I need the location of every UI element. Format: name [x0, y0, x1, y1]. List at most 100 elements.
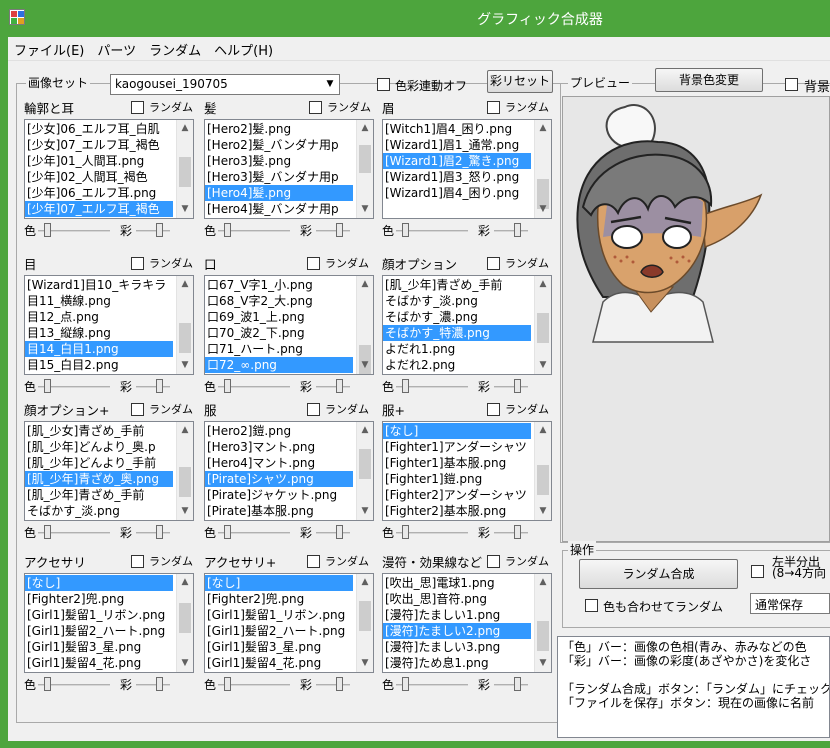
list-item[interactable]: [Hero2]髪_バンダナ用p: [205, 137, 353, 153]
saturation-slider-thumb[interactable]: [336, 525, 343, 539]
hue-slider-thumb[interactable]: [224, 223, 231, 237]
list-item[interactable]: [Girl1]髪留4_花.png: [205, 655, 353, 671]
scroll-down-icon[interactable]: ▼: [357, 357, 373, 374]
part-random-checkbox[interactable]: [307, 403, 320, 416]
part-listbox[interactable]: [Hero2]鎧.png [Hero3]マント.png [Hero4]マント.png…: [204, 421, 374, 521]
scrollbar[interactable]: ▲ ▼: [534, 422, 551, 520]
saturation-slider-thumb[interactable]: [514, 223, 521, 237]
saturation-slider-thumb[interactable]: [156, 525, 163, 539]
list-item[interactable]: [少年]02_人間耳_褐色: [25, 169, 173, 185]
list-item[interactable]: [肌_少年]青ざめ_手前: [25, 487, 173, 503]
scrollbar[interactable]: ▲ ▼: [356, 120, 373, 218]
list-item[interactable]: [Girl1]髪留1_リボン.png: [25, 607, 173, 623]
left-half-checkbox[interactable]: [751, 565, 764, 578]
list-item[interactable]: 目11_横線.png: [25, 293, 173, 309]
list-item[interactable]: [Hero2]鎧.png: [205, 423, 353, 439]
part-listbox[interactable]: [肌_少女]青ざめ_手前 [肌_少年]どんより_奥.p [肌_少年]どんより_手前[…: [24, 421, 194, 521]
hue-slider-thumb[interactable]: [44, 379, 51, 393]
list-item[interactable]: そばかす_濃.png: [383, 309, 531, 325]
part-listbox[interactable]: [少女]06_エルフ耳_白肌 [少女]07_エルフ耳_褐色 [少年]01_人間耳.p…: [24, 119, 194, 219]
image-set-select[interactable]: kaogousei_190705 ▼: [110, 74, 340, 95]
scroll-thumb[interactable]: [359, 145, 371, 173]
scroll-up-icon[interactable]: ▲: [535, 120, 551, 137]
list-item[interactable]: [Hero2]髪.png: [205, 121, 353, 137]
list-item[interactable]: [Witch1]眉4_困り.png: [383, 121, 531, 137]
list-item[interactable]: 口70_波2_下.png: [205, 325, 353, 341]
scrollbar[interactable]: ▲ ▼: [534, 574, 551, 672]
background-color-button[interactable]: 背景色変更: [655, 68, 763, 92]
saturation-slider-thumb[interactable]: [514, 677, 521, 691]
list-item[interactable]: [Wizard1]眉1_通常.png: [383, 137, 531, 153]
color-random-checkbox[interactable]: [585, 599, 598, 612]
list-item[interactable]: [吹出_思]音符.png: [383, 591, 531, 607]
list-item[interactable]: [少女]07_エルフ耳_褐色: [25, 137, 173, 153]
list-item[interactable]: [少年]06_エルフ耳.png: [25, 185, 173, 201]
list-item[interactable]: [Fighter2]兜.png: [25, 591, 173, 607]
list-item[interactable]: [Hero3]髪.png: [205, 153, 353, 169]
list-item[interactable]: [Girl1]髪留1_リボン.png: [205, 607, 353, 623]
part-random-checkbox[interactable]: [487, 257, 500, 270]
scrollbar[interactable]: ▲ ▼: [534, 120, 551, 218]
scroll-down-icon[interactable]: ▼: [357, 201, 373, 218]
hue-slider-thumb[interactable]: [224, 525, 231, 539]
list-item[interactable]: [少女]06_エルフ耳_白肌: [25, 121, 173, 137]
hue-slider-thumb[interactable]: [224, 677, 231, 691]
saturation-slider-track[interactable]: [316, 386, 350, 388]
list-item[interactable]: [吹出_思]電球1.png: [383, 575, 531, 591]
saturation-slider-track[interactable]: [494, 230, 528, 232]
list-item[interactable]: [Pirate]基本服.png: [205, 503, 353, 519]
part-listbox[interactable]: [Wizard1]目10_キラキラ 目11_横線.png 目12_点.png 目13_…: [24, 275, 194, 375]
part-listbox[interactable]: [Witch1]眉4_困り.png [Wizard1]眉1_通常.png [Wiza…: [382, 119, 552, 219]
scroll-down-icon[interactable]: ▼: [177, 503, 193, 520]
list-item[interactable]: 目12_点.png: [25, 309, 173, 325]
list-item[interactable]: [Fighter1]鎧.png: [383, 471, 531, 487]
list-item[interactable]: [Pirate]シャツ.png: [205, 471, 353, 487]
list-item[interactable]: [肌_少年]どんより_奥.p: [25, 439, 173, 455]
scroll-down-icon[interactable]: ▼: [535, 357, 551, 374]
scroll-up-icon[interactable]: ▲: [357, 276, 373, 293]
list-item[interactable]: [肌_少年]青ざめ_奥.png: [25, 471, 173, 487]
list-item[interactable]: [Hero4]髪.png: [205, 185, 353, 201]
list-item[interactable]: [Wizard1]眉2_驚き.png: [383, 153, 531, 169]
hue-slider-thumb[interactable]: [44, 525, 51, 539]
scrollbar[interactable]: ▲ ▼: [534, 276, 551, 374]
list-item[interactable]: 目14_白目1.png: [25, 341, 173, 357]
part-random-checkbox[interactable]: [309, 101, 322, 114]
list-item[interactable]: [Hero3]髪_バンダナ用p: [205, 169, 353, 185]
part-listbox[interactable]: [肌_少年]青ざめ_手前 そばかす_淡.png そばかす_濃.png そばかす_特濃.…: [382, 275, 552, 375]
hue-slider-thumb[interactable]: [402, 525, 409, 539]
hue-slider-thumb[interactable]: [402, 379, 409, 393]
scroll-down-icon[interactable]: ▼: [177, 655, 193, 672]
scrollbar[interactable]: ▲ ▼: [356, 276, 373, 374]
saturation-slider-track[interactable]: [136, 230, 170, 232]
hue-slider-thumb[interactable]: [402, 223, 409, 237]
list-item[interactable]: [漫符]たましい2.png: [383, 623, 531, 639]
list-item[interactable]: [なし]: [205, 575, 353, 591]
saturation-slider-track[interactable]: [494, 684, 528, 686]
scroll-thumb[interactable]: [537, 621, 549, 651]
part-random-checkbox[interactable]: [307, 257, 320, 270]
scroll-down-icon[interactable]: ▼: [177, 201, 193, 218]
random-compose-button[interactable]: ランダム合成: [579, 559, 738, 589]
save-mode-select[interactable]: 通常保存: [750, 593, 830, 614]
part-listbox[interactable]: [吹出_思]電球1.png [吹出_思]音符.png [漫符]たましい1.png [漫…: [382, 573, 552, 673]
saturation-slider-thumb[interactable]: [336, 223, 343, 237]
menu-parts[interactable]: パーツ: [91, 37, 143, 59]
part-random-checkbox[interactable]: [487, 555, 500, 568]
saturation-slider-thumb[interactable]: [156, 223, 163, 237]
saturation-slider-track[interactable]: [494, 386, 528, 388]
scrollbar[interactable]: ▲ ▼: [176, 574, 193, 672]
part-listbox[interactable]: [なし] [Fighter2]兜.png [Girl1]髪留1_リボン.png [Gi…: [204, 573, 374, 673]
hue-slider-thumb[interactable]: [44, 223, 51, 237]
saturation-slider-track[interactable]: [316, 532, 350, 534]
list-item[interactable]: [肌_少年]どんより_手前: [25, 455, 173, 471]
list-item[interactable]: [漫符]ため息1.png: [383, 655, 531, 671]
saturation-slider-thumb[interactable]: [336, 379, 343, 393]
help-text-area[interactable]: 「色」バー：画像の色相(青み、赤みなどの色 「彩」バー：画像の彩度(あざやかさ)…: [557, 636, 830, 738]
menu-file[interactable]: ファイル(E): [8, 37, 91, 59]
hue-slider-thumb[interactable]: [402, 677, 409, 691]
list-item[interactable]: 口72_∞.png: [205, 357, 353, 373]
scroll-down-icon[interactable]: ▼: [357, 655, 373, 672]
list-item[interactable]: [Wizard1]眉4_困り.png: [383, 185, 531, 201]
saturation-slider-track[interactable]: [136, 386, 170, 388]
